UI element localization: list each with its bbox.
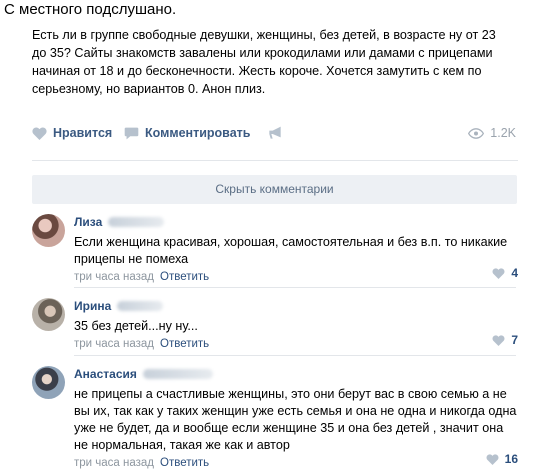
comment-text: не прицепы а счастливые женщины, это они… xyxy=(74,387,517,452)
heart-icon xyxy=(486,453,499,465)
blurred-surname xyxy=(117,301,164,311)
comment-item: Лиза Если женщина красивая, хорошая, сам… xyxy=(32,214,518,283)
like-button[interactable]: Нравится xyxy=(32,126,112,140)
like-count: 7 xyxy=(511,333,518,347)
comment-text: 35 без детей...ну ну... xyxy=(74,319,198,333)
reply-link[interactable]: Ответить xyxy=(160,338,209,350)
like-count: 4 xyxy=(511,266,518,280)
comment-like-button[interactable]: 4 xyxy=(492,266,518,280)
comment-author[interactable]: Лиза xyxy=(74,215,102,229)
comment-author[interactable]: Анастасия xyxy=(74,367,137,381)
hide-comments-button[interactable]: Скрыть комментарии xyxy=(32,175,517,204)
heart-icon xyxy=(492,267,505,279)
comment-divider xyxy=(74,287,516,288)
comment-divider xyxy=(74,355,516,356)
comment-time[interactable]: три часа назад xyxy=(74,271,154,283)
reply-link[interactable]: Ответить xyxy=(160,457,209,469)
caption: С местного подслушано. xyxy=(4,1,177,18)
comment-like-button[interactable]: 16 xyxy=(486,452,518,466)
reply-link[interactable]: Ответить xyxy=(160,271,209,283)
post-text: Есть ли в группе свободные девушки, женщ… xyxy=(32,28,496,96)
comment-icon xyxy=(124,127,139,139)
views-counter: 1.2K xyxy=(468,126,516,140)
avatar[interactable] xyxy=(32,214,65,247)
comment-text: Если женщина красивая, хорошая, самостоя… xyxy=(74,235,508,266)
comment-time[interactable]: три часа назад xyxy=(74,457,154,469)
comment-label: Комментировать xyxy=(145,126,251,140)
comment-item: Анастасия не прицепы а счастливые женщин… xyxy=(32,366,518,469)
avatar[interactable] xyxy=(32,366,65,399)
post-actions: Нравится Комментировать 1.2K xyxy=(32,126,516,146)
comment-author[interactable]: Ирина xyxy=(74,299,111,313)
avatar[interactable] xyxy=(32,298,65,331)
comment-item: Ирина 35 без детей...ну ну... три часа н… xyxy=(32,298,518,350)
blurred-surname xyxy=(108,217,165,227)
blurred-surname xyxy=(142,369,213,379)
eye-icon xyxy=(468,127,485,139)
comment-button[interactable]: Комментировать xyxy=(124,126,250,140)
like-label: Нравится xyxy=(53,126,113,140)
megaphone-icon xyxy=(269,126,281,139)
comment-time[interactable]: три часа назад xyxy=(74,338,154,350)
heart-icon xyxy=(32,126,47,140)
divider xyxy=(32,160,518,161)
heart-icon xyxy=(492,334,505,346)
share-button[interactable] xyxy=(268,126,290,140)
comment-like-button[interactable]: 7 xyxy=(492,333,518,347)
like-count: 16 xyxy=(504,452,518,466)
views-count: 1.2K xyxy=(490,126,516,140)
